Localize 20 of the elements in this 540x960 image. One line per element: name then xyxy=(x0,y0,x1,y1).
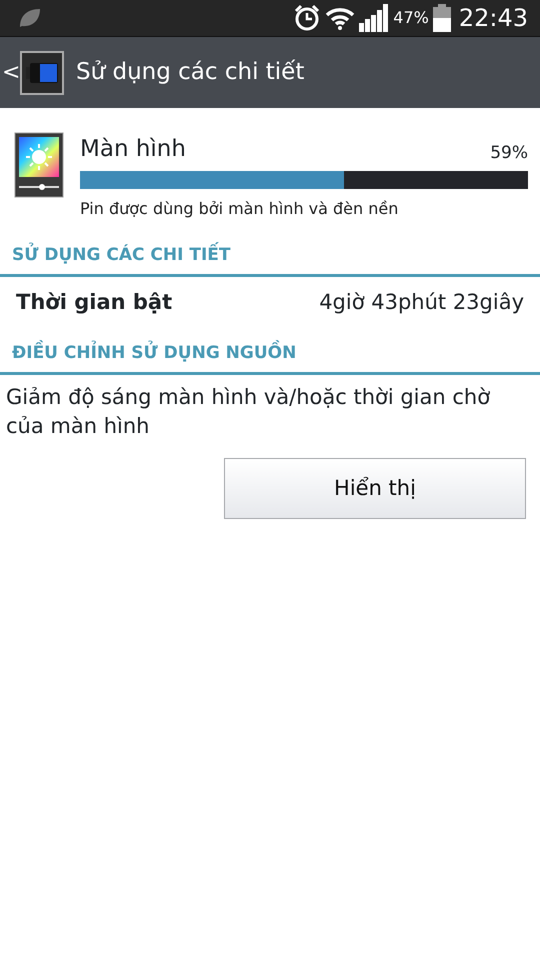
back-button[interactable]: < xyxy=(0,56,16,89)
leaf-icon xyxy=(18,7,42,29)
battery-icon xyxy=(432,4,451,32)
show-button[interactable]: Hiển thị xyxy=(224,458,526,519)
alarm-clock-icon xyxy=(293,4,322,32)
wifi-icon xyxy=(325,6,356,30)
signal-icon xyxy=(359,4,390,32)
item-description: Pin được dùng bởi màn hình và đèn nền xyxy=(80,198,400,220)
battery-icon xyxy=(20,50,64,94)
section-header: SỬ DỤNG CÁC CHI TIẾT xyxy=(0,234,540,277)
battery-percent: 47% xyxy=(393,7,429,29)
detail-value: 4giờ 43phút 23giây xyxy=(319,289,524,316)
display-settings-icon xyxy=(14,132,64,198)
item-name: Màn hình xyxy=(80,135,186,164)
detail-label: Thời gian bật xyxy=(16,289,172,316)
action-description: Giảm độ sáng màn hình và/hoặc thời gian chờ của màn hình xyxy=(6,384,492,440)
usage-percent: 59% xyxy=(490,142,528,165)
section-header: ĐIỀU CHỈNH SỬ DỤNG NGUỒN xyxy=(0,332,540,375)
screen-title: Sử dụng các chi tiết xyxy=(76,58,304,88)
clock: 22:43 xyxy=(458,3,528,34)
